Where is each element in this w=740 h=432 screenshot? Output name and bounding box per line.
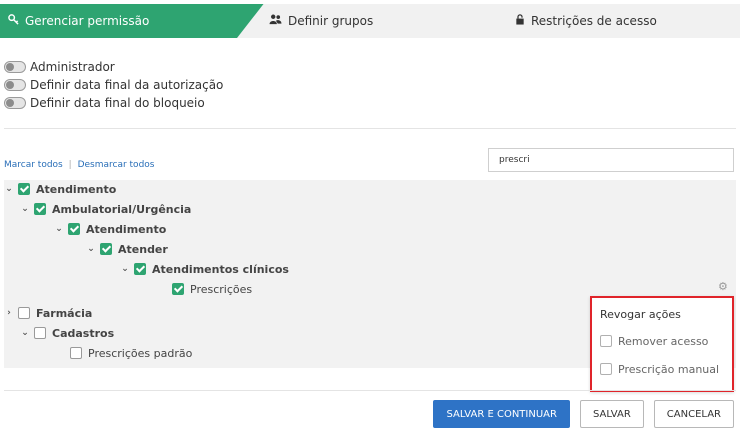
tree-checkbox[interactable] [70,347,82,359]
tree-node-label: Atendimento [86,222,167,236]
option-prescricao-manual[interactable]: Prescrição manual [600,361,724,377]
tree-checkbox[interactable] [34,327,46,339]
footer-divider [4,390,736,391]
option-checkbox[interactable] [600,363,612,375]
tree-node-label: Atender [118,242,168,256]
popup-title: Revogar ações [600,308,681,321]
toggle-label: Definir data final do bloqueio [30,96,205,110]
permission-toggles: Administrador Definir data final da auto… [4,58,223,112]
tree-node-label: Atendimento [36,182,117,196]
tree-node-label: Cadastros [52,326,115,340]
cancel-button[interactable]: CANCELAR [653,400,734,428]
tree-node-label: Prescrições padrão [88,346,193,360]
gear-icon[interactable]: ⚙ [718,280,728,293]
toggle-switch[interactable] [4,79,26,91]
toggle-switch[interactable] [4,61,26,73]
chevron-down-icon[interactable]: ⌄ [120,264,130,274]
tree-node-atender[interactable]: ⌄ Atender [86,240,168,258]
chevron-right-icon[interactable]: › [4,308,14,318]
search-input[interactable] [488,148,734,172]
toggle-data-final-autorizacao[interactable]: Definir data final da autorização [4,76,223,94]
tree-checkbox[interactable] [34,203,46,215]
save-and-continue-button[interactable]: SALVAR E CONTINUAR [433,400,570,428]
tab-restricoes-acesso[interactable]: Restrições de acesso [475,4,740,38]
option-label: Remover acesso [618,334,709,348]
tree-checkbox[interactable] [18,183,30,195]
tree-node-label: Atendimentos clínicos [152,262,289,276]
tab-gerenciar-permissao[interactable]: Gerenciar permissão [0,4,265,38]
toggle-data-final-bloqueio[interactable]: Definir data final do bloqueio [4,94,223,112]
tree-checkbox[interactable] [134,263,146,275]
section-divider [4,128,736,129]
tab-label: Definir grupos [288,14,374,28]
tree-node-atendimento-sub[interactable]: ⌄ Atendimento [54,220,166,238]
tab-definir-grupos[interactable]: Definir grupos [237,4,502,38]
save-button[interactable]: SALVAR [579,400,644,428]
tree-checkbox[interactable] [68,223,80,235]
tree-node-cadastros[interactable]: ⌄ Cadastros [20,324,114,342]
toggle-label: Administrador [30,60,115,74]
tree-node-prescricoes[interactable]: Prescrições [172,280,252,298]
select-all-link[interactable]: Marcar todos [4,160,63,170]
tab-label: Gerenciar permissão [25,14,150,28]
tab-label: Restrições de acesso [531,14,657,28]
tree-node-farmacia[interactable]: › Farmácia [4,304,92,322]
chevron-down-icon[interactable]: ⌄ [20,204,30,214]
revoke-actions-popup: Revogar ações Remover acesso Prescrição … [590,296,734,392]
toggle-switch[interactable] [4,97,26,109]
chevron-down-icon[interactable]: ⌄ [54,224,64,234]
tree-node-label: Prescrições [190,282,253,296]
option-remover-acesso[interactable]: Remover acesso [600,333,724,349]
chevron-down-icon[interactable]: ⌄ [4,184,14,194]
option-checkbox[interactable] [600,335,612,347]
option-label: Prescrição manual [618,362,720,376]
deselect-all-link[interactable]: Desmarcar todos [78,160,155,170]
tree-node-atendimentos-clinicos[interactable]: ⌄ Atendimentos clínicos [120,260,289,278]
toggle-label: Definir data final da autorização [30,78,224,92]
chevron-down-icon[interactable]: ⌄ [20,328,30,338]
users-icon [269,14,282,28]
tree-node-label: Ambulatorial/Urgência [52,202,192,216]
tree-checkbox[interactable] [18,307,30,319]
key-icon [8,14,19,28]
tree-node-ambulatorial-urgencia[interactable]: ⌄ Ambulatorial/Urgência [20,200,191,218]
tree-checkbox[interactable] [100,243,112,255]
tree-node-atendimento[interactable]: ⌄ Atendimento [4,180,116,198]
tree-node-label: Farmácia [36,306,93,320]
toggle-administrador[interactable]: Administrador [4,58,223,76]
tab-bar: Gerenciar permissão Definir grupos Restr… [0,4,740,38]
lock-icon [515,14,525,28]
selection-links: Marcar todos | Desmarcar todos [4,160,154,170]
chevron-down-icon[interactable]: ⌄ [86,244,96,254]
tree-checkbox[interactable] [172,283,184,295]
link-separator: | [68,160,72,170]
action-buttons: SALVAR E CONTINUAR SALVAR CANCELAR [433,400,734,428]
tree-node-prescricoes-padrao[interactable]: Prescrições padrão [70,344,192,362]
